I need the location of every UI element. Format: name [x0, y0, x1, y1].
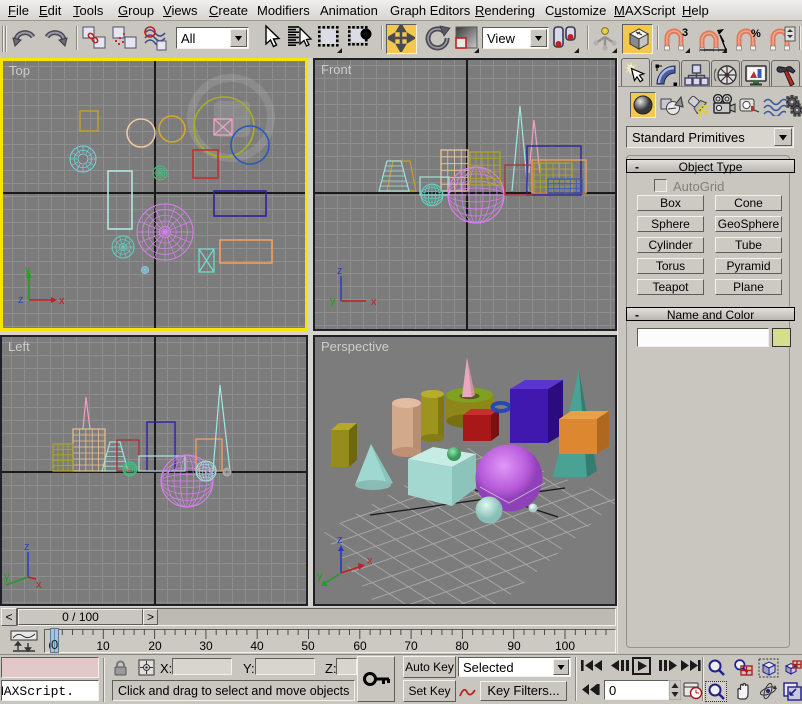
svg-text:30: 30 — [199, 639, 213, 653]
svg-text:100: 100 — [555, 639, 575, 653]
svg-text:40: 40 — [250, 639, 264, 653]
svg-text:x: x — [36, 579, 42, 591]
svg-text:3: 3 — [682, 27, 688, 39]
svg-text:50: 50 — [301, 639, 315, 653]
svg-text:x: x — [59, 295, 65, 307]
svg-text:y: y — [25, 264, 31, 276]
svg-text:%: % — [751, 28, 761, 40]
svg-text:y: y — [330, 295, 336, 307]
svg-text:z: z — [24, 541, 30, 553]
svg-text:z: z — [337, 265, 343, 277]
svg-text:x: x — [367, 555, 373, 567]
svg-text:z: z — [337, 534, 343, 546]
svg-text:80: 80 — [455, 639, 469, 653]
svg-text:x: x — [371, 296, 377, 308]
svg-text:90: 90 — [507, 639, 521, 653]
svg-text:10: 10 — [96, 639, 110, 653]
svg-text:z: z — [18, 294, 24, 306]
svg-text:60: 60 — [353, 639, 367, 653]
svg-text:y: y — [317, 570, 323, 582]
svg-text:70: 70 — [404, 639, 418, 653]
svg-text:20: 20 — [148, 639, 162, 653]
svg-text:y: y — [4, 571, 10, 583]
